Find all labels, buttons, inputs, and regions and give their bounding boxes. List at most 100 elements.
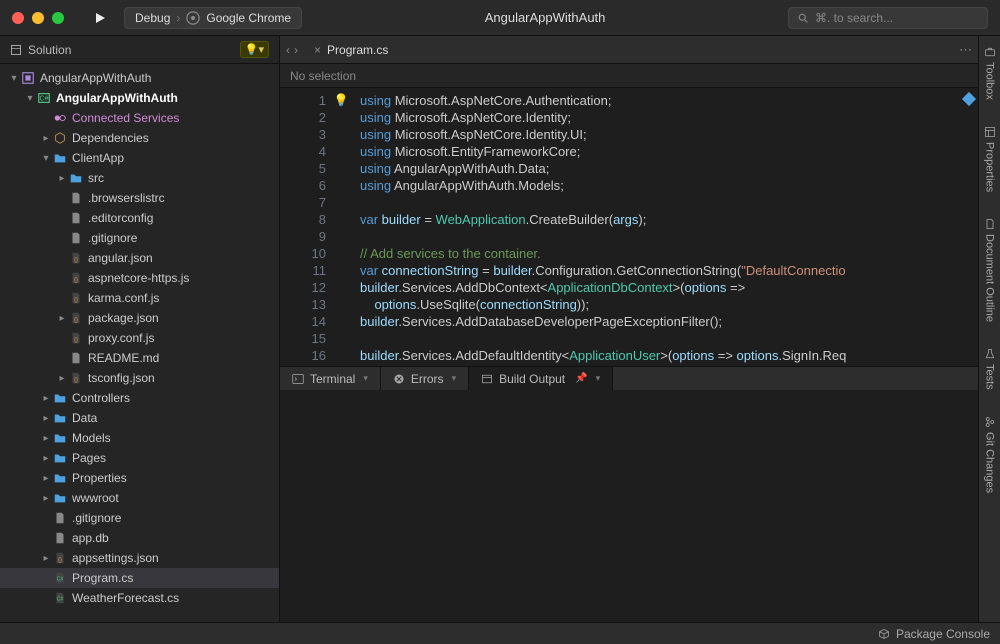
close-window-icon[interactable]: [12, 12, 24, 24]
errors-tab[interactable]: Errors ▾: [381, 367, 469, 390]
tree-twist-icon[interactable]: ▸: [40, 553, 52, 564]
build-output-tab[interactable]: Build Output 📌 ▾: [469, 367, 613, 390]
tree-item-label: appsettings.json: [72, 551, 159, 565]
tree-twist-icon[interactable]: ▸: [56, 173, 68, 184]
tree-twist-icon[interactable]: ▸: [40, 433, 52, 444]
tree-item[interactable]: .gitignore: [0, 508, 279, 528]
tree-twist-icon[interactable]: ▸: [40, 493, 52, 504]
debug-config-label: Debug: [135, 11, 170, 25]
tree-item[interactable]: ▸ Models: [0, 428, 279, 448]
tree-item[interactable]: app.db: [0, 528, 279, 548]
tree-item[interactable]: ▸ Controllers: [0, 388, 279, 408]
tree-item[interactable]: {}karma.conf.js: [0, 288, 279, 308]
tree-twist-icon[interactable]: ▸: [40, 473, 52, 484]
tree-item[interactable]: ▸Dependencies: [0, 128, 279, 148]
terminal-tab-label: Terminal: [310, 372, 355, 386]
tree-item[interactable]: ▸{}tsconfig.json: [0, 368, 279, 388]
tree-item[interactable]: C#Program.cs: [0, 568, 279, 588]
error-icon: [393, 373, 405, 385]
tree-item-label: wwwroot: [72, 491, 119, 505]
folder-icon: [68, 170, 84, 186]
tree-item[interactable]: ▸Data: [0, 408, 279, 428]
tree-twist-icon[interactable]: ▸: [40, 413, 52, 424]
js-icon: {}: [68, 270, 84, 286]
tab-close-icon[interactable]: ×: [314, 43, 321, 57]
tree-item-label: Models: [72, 431, 111, 445]
terminal-tab[interactable]: Terminal ▾: [280, 367, 381, 390]
nav-forward-button[interactable]: ›: [294, 43, 298, 57]
editor-breadcrumb[interactable]: No selection: [280, 64, 978, 88]
tree-item[interactable]: ▸Properties: [0, 468, 279, 488]
tree-twist-icon[interactable]: ▸: [40, 453, 52, 464]
tree-twist-icon[interactable]: ▸: [40, 133, 52, 144]
editor-tab[interactable]: × Program.cs: [308, 43, 394, 57]
tab-label: Program.cs: [327, 43, 388, 57]
package-icon: [878, 628, 890, 640]
tree-item-label: Controllers: [72, 391, 130, 405]
tree-item[interactable]: README.md: [0, 348, 279, 368]
tree-twist-icon[interactable]: ▸: [40, 393, 52, 404]
document-outline-label: Document Outline: [984, 234, 996, 322]
tree-item[interactable]: C#WeatherForecast.cs: [0, 588, 279, 608]
tree-item-label: AngularAppWithAuth: [40, 71, 151, 85]
tree-twist-icon[interactable]: ▾: [40, 153, 52, 164]
svg-text:{}: {}: [74, 297, 78, 304]
chrome-icon: [186, 11, 200, 25]
tree-twist-icon[interactable]: ▾: [8, 73, 20, 84]
folder-icon: [52, 450, 68, 466]
nav-back-button[interactable]: ‹: [286, 43, 290, 57]
bottom-panel-tabs: Terminal ▾ Errors ▾ Build Output 📌 ▾: [280, 366, 978, 390]
solution-explorer: Solution 💡▾ ▾AngularAppWithAuth▾C#Angula…: [0, 36, 280, 622]
tree-item-label: Connected Services: [72, 111, 179, 125]
tree-item-label: AngularAppWithAuth: [56, 91, 178, 105]
tree-item[interactable]: .gitignore: [0, 228, 279, 248]
editor-area: ‹ › × Program.cs ⋯ No selection 12345678…: [280, 36, 978, 622]
tree-item[interactable]: ▸ src: [0, 168, 279, 188]
tree-item[interactable]: {}aspnetcore-https.js: [0, 268, 279, 288]
tree-item[interactable]: ▾ClientApp: [0, 148, 279, 168]
solution-tree[interactable]: ▾AngularAppWithAuth▾C#AngularAppWithAuth…: [0, 64, 279, 622]
tree-twist-icon[interactable]: ▸: [56, 313, 68, 324]
solution-icon: [10, 44, 22, 56]
minimize-window-icon[interactable]: [32, 12, 44, 24]
run-button[interactable]: [94, 12, 106, 24]
proj-icon: C#: [36, 90, 52, 106]
code-editor[interactable]: 12345678910111213141516171819 💡 using Mi…: [280, 88, 978, 366]
global-search[interactable]: ⌘. to search...: [788, 7, 988, 29]
document-outline-tab[interactable]: Document Outline: [984, 218, 996, 322]
tree-twist-icon[interactable]: ▸: [56, 373, 68, 384]
properties-tab[interactable]: Properties: [984, 126, 996, 192]
js-icon: {}: [68, 330, 84, 346]
tree-item[interactable]: ▸Pages: [0, 448, 279, 468]
tree-item[interactable]: .browserslistrc: [0, 188, 279, 208]
tree-item[interactable]: ▸{}package.json: [0, 308, 279, 328]
tree-item[interactable]: Connected Services: [0, 108, 279, 128]
svg-text:{}: {}: [74, 257, 78, 264]
lightbulb-button[interactable]: 💡▾: [240, 41, 269, 58]
tree-item[interactable]: ▸{}appsettings.json: [0, 548, 279, 568]
tree-item[interactable]: .editorconfig: [0, 208, 279, 228]
tree-item-label: src: [88, 171, 104, 185]
pin-icon[interactable]: 📌: [575, 373, 587, 384]
tree-item[interactable]: {} angular.json: [0, 248, 279, 268]
toolbox-tab[interactable]: Toolbox: [984, 46, 996, 100]
git-changes-tab[interactable]: Git Changes: [984, 416, 996, 493]
tree-twist-icon[interactable]: ▾: [24, 93, 36, 104]
build-icon: [481, 373, 493, 385]
tree-item[interactable]: ▸ wwwroot: [0, 488, 279, 508]
tree-item-label: angular.json: [88, 251, 153, 265]
tree-item[interactable]: ▾C# AngularAppWithAuth: [0, 88, 279, 108]
debug-target-selector[interactable]: Debug › Google Chrome: [124, 7, 302, 29]
file-icon: [68, 190, 84, 206]
code-content[interactable]: using Microsoft.AspNetCore.Authenticatio…: [350, 88, 978, 366]
maximize-window-icon[interactable]: [52, 12, 64, 24]
package-console-button[interactable]: Package Console: [896, 627, 990, 641]
right-tool-rail: Toolbox Properties Document Outline Test…: [978, 36, 1000, 622]
tests-tab[interactable]: Tests: [984, 348, 996, 390]
tree-item[interactable]: ▾ AngularAppWithAuth: [0, 68, 279, 88]
properties-icon: [984, 126, 996, 138]
file-icon: [68, 230, 84, 246]
tree-item[interactable]: {}proxy.conf.js: [0, 328, 279, 348]
folder-icon: [52, 490, 68, 506]
editor-more-button[interactable]: ⋯: [959, 42, 972, 58]
